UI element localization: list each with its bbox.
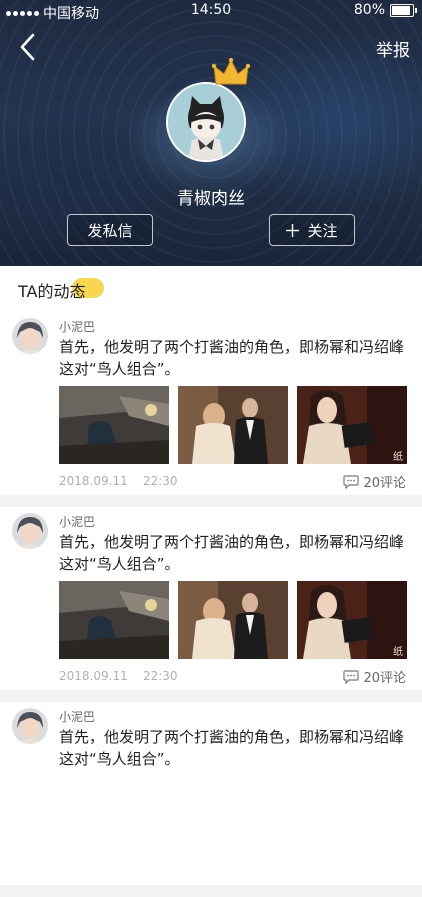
section-header: TA的动态	[0, 266, 422, 312]
feed-post[interactable]: 小泥巴 首先，他发明了两个打酱油的角色，即杨幂和冯绍峰这对“鸟人组合”。	[0, 702, 422, 885]
chevron-left-icon	[20, 33, 35, 61]
crown-icon	[212, 58, 250, 85]
post-date: 2018.09.11	[59, 669, 128, 683]
author-avatar[interactable]	[12, 318, 48, 354]
comment-icon	[343, 474, 360, 489]
post-author[interactable]: 小泥巴	[59, 513, 95, 530]
post-image-1[interactable]	[59, 581, 169, 659]
post-images: 纸	[59, 386, 407, 464]
comments-button[interactable]: 20评论	[343, 472, 406, 491]
post-image-3[interactable]: 纸	[297, 581, 407, 659]
post-image-2[interactable]	[178, 386, 288, 464]
profile-nickname: 青椒肉丝	[177, 189, 245, 209]
post-time: 22:30	[142, 474, 178, 488]
post-date: 2018.09.11	[59, 474, 128, 488]
back-button[interactable]	[14, 32, 44, 62]
battery-percent: 80%	[353, 2, 385, 18]
post-timestamp: 2018.09.11 22:30	[59, 474, 178, 488]
report-button[interactable]: 举报	[376, 36, 410, 61]
comment-icon	[343, 669, 360, 684]
author-avatar[interactable]	[12, 708, 48, 744]
plus-icon	[286, 223, 300, 237]
follow-button[interactable]: 关注	[269, 214, 355, 246]
post-content: 首先，他发明了两个打酱油的角色，即杨幂和冯绍峰这对“鸟人组合”。	[59, 533, 405, 573]
comments-button[interactable]: 20评论	[343, 667, 406, 686]
send-message-label: 发私信	[87, 221, 133, 240]
post-timestamp: 2018.09.11 22:30	[59, 669, 178, 683]
svg-text:纸: 纸	[393, 450, 403, 463]
post-images: 纸	[59, 581, 407, 659]
svg-text:纸: 纸	[393, 645, 403, 658]
post-image-2[interactable]	[178, 581, 288, 659]
battery-icon	[390, 3, 417, 17]
post-author[interactable]: 小泥巴	[59, 318, 95, 335]
post-content: 首先，他发明了两个打酱油的角色，即杨幂和冯绍峰这对“鸟人组合”。	[59, 728, 405, 768]
send-message-button[interactable]: 发私信	[67, 214, 153, 246]
post-time: 22:30	[142, 669, 178, 683]
post-content: 首先，他发明了两个打酱油的角色，即杨幂和冯绍峰这对“鸟人组合”。	[59, 338, 405, 378]
post-image-3[interactable]: 纸	[297, 386, 407, 464]
comment-count: 20评论	[363, 476, 406, 491]
profile-avatar[interactable]	[166, 58, 250, 162]
feed-post[interactable]: 小泥巴 首先，他发明了两个打酱油的角色，即杨幂和冯绍峰这对“鸟人组合”。	[0, 507, 422, 690]
status-bar: 中国移动 14:50 80%	[0, 0, 422, 22]
section-title: TA的动态	[18, 282, 86, 301]
feed-post[interactable]: 小泥巴 首先，他发明了两个打酱油的角色，即杨幂和冯绍峰这对“鸟人组合”。	[0, 312, 422, 495]
author-avatar[interactable]	[12, 513, 48, 549]
post-author[interactable]: 小泥巴	[59, 708, 95, 725]
post-image-1[interactable]	[59, 386, 169, 464]
avatar-illustration	[168, 84, 244, 160]
activity-feed: 小泥巴 首先，他发明了两个打酱油的角色，即杨幂和冯绍峰这对“鸟人组合”。 纸 2…	[0, 312, 422, 897]
comment-count: 20评论	[363, 671, 406, 686]
follow-label: 关注	[307, 221, 338, 240]
